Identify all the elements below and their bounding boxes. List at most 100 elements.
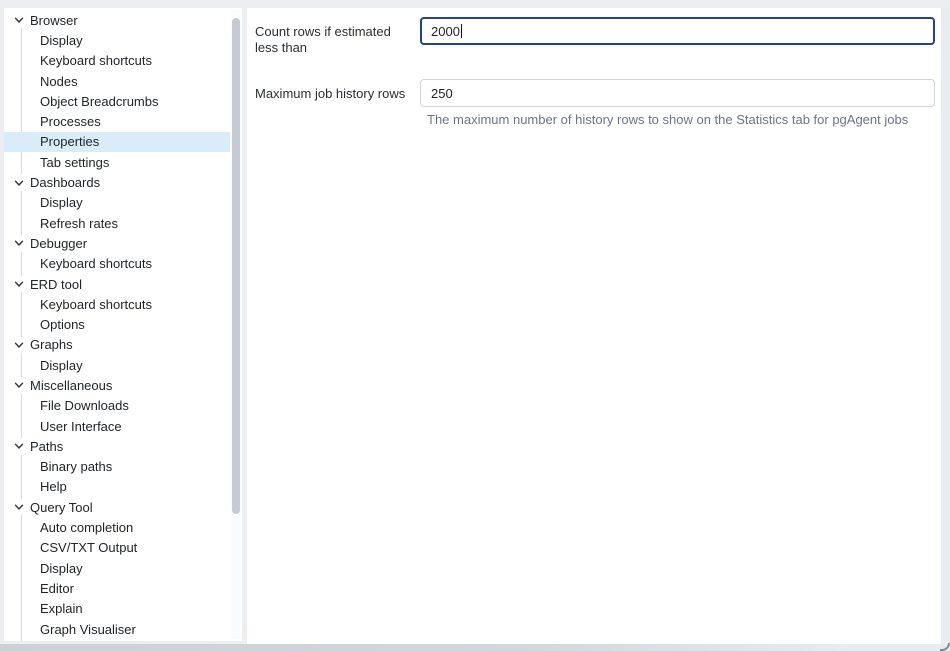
tree-node-browser[interactable]: Browser	[4, 10, 230, 30]
tree-node-label: Miscellaneous	[30, 378, 112, 393]
tree-node-label: Browser	[30, 13, 78, 28]
tree-children-debugger: Keyboard shortcuts	[4, 254, 230, 274]
tree-item-graphs-display[interactable]: Display	[4, 355, 230, 375]
tree-item-label: Keyboard shortcuts	[40, 297, 152, 312]
preferences-dialog: { "colors": { "accent_focus_border": "#2…	[0, 0, 950, 651]
max-job-history-input[interactable]: 250	[420, 79, 935, 107]
tree-group-miscellaneous: Miscellaneous File Downloads User Interfac…	[4, 375, 230, 436]
dialog-bottom-edge	[0, 644, 950, 651]
chevron-down-icon[interactable]	[12, 277, 26, 291]
tree-node-graphs[interactable]: Graphs	[4, 335, 230, 355]
tree-item-label: Object Breadcrumbs	[40, 94, 159, 109]
chevron-down-icon[interactable]	[12, 378, 26, 392]
form-row-count-rows: Count rows if estimated less than 2000	[255, 17, 935, 56]
tree-item-dashboards-display[interactable]: Display	[4, 193, 230, 213]
tree-item-label: Display	[40, 33, 83, 48]
tree-item-label: Explain	[40, 601, 83, 616]
tree-group-dashboards: Dashboards Display Refresh rates	[4, 172, 230, 233]
tree-node-debugger[interactable]: Debugger	[4, 233, 230, 253]
tree-item-label: User Interface	[40, 419, 122, 434]
tree-group-erd-tool: ERD tool Keyboard shortcuts Options	[4, 274, 230, 335]
chevron-down-icon[interactable]	[12, 500, 26, 514]
chevron-down-icon[interactable]	[12, 338, 26, 352]
tree-item-label: Binary paths	[40, 459, 112, 474]
tree-children-query-tool: Auto completion CSV/TXT Output Display Edit…	[4, 517, 230, 639]
settings-panel: Count rows if estimated less than 2000 M…	[247, 8, 941, 644]
tree-item-label: Auto completion	[40, 520, 133, 535]
tree-item-label: Graph Visualiser	[40, 622, 136, 637]
tree-node-miscellaneous[interactable]: Miscellaneous	[4, 375, 230, 395]
text-caret	[461, 24, 462, 38]
main-scrollbar-track[interactable]	[941, 8, 950, 644]
tree-item-query-tool-editor[interactable]: Editor	[4, 578, 230, 598]
tree-item-browser-keyboard-shortcuts[interactable]: Keyboard shortcuts	[4, 51, 230, 71]
tree-children-paths: Binary paths Help	[4, 457, 230, 498]
tree-node-query-tool[interactable]: Query Tool	[4, 497, 230, 517]
tree-item-label: File Downloads	[40, 398, 129, 413]
tree-children-graphs: Display	[4, 355, 230, 375]
tree-item-query-tool-graph-visualiser[interactable]: Graph Visualiser	[4, 619, 230, 639]
chevron-down-icon[interactable]	[12, 236, 26, 250]
tree-item-miscellaneous-user-interface[interactable]: User Interface	[4, 416, 230, 436]
tree-item-label: Display	[40, 358, 83, 373]
tree-item-miscellaneous-file-downloads[interactable]: File Downloads	[4, 396, 230, 416]
tree-children-dashboards: Display Refresh rates	[4, 193, 230, 234]
tree-group-browser: Browser Display Keyboard shortcuts Nodes Obj…	[4, 10, 230, 172]
sidebar-scrollbar-thumb[interactable]	[232, 18, 240, 514]
sidebar-scrollbar-track[interactable]	[231, 10, 241, 639]
max-job-history-value: 250	[431, 86, 453, 101]
tree-children-browser: Display Keyboard shortcuts Nodes Object Bre…	[4, 30, 230, 172]
chevron-down-icon[interactable]	[12, 439, 26, 453]
tree-item-label: Keyboard shortcuts	[40, 256, 152, 271]
count-rows-input[interactable]: 2000	[420, 17, 935, 45]
tree-item-label: Options	[40, 317, 85, 332]
tree-item-query-tool-display[interactable]: Display	[4, 558, 230, 578]
tree-item-dashboards-refresh-rates[interactable]: Refresh rates	[4, 213, 230, 233]
tree-children-erd-tool: Keyboard shortcuts Options	[4, 294, 230, 335]
tree-node-dashboards[interactable]: Dashboards	[4, 172, 230, 192]
tree-children-miscellaneous: File Downloads User Interface	[4, 396, 230, 437]
tree-item-label: Help	[40, 479, 67, 494]
tree-item-label: Display	[40, 195, 83, 210]
preferences-sidebar: Browser Display Keyboard shortcuts Nodes Obj…	[4, 8, 242, 641]
tree-item-erd-tool-options[interactable]: Options	[4, 314, 230, 334]
tree-item-erd-tool-keyboard-shortcuts[interactable]: Keyboard shortcuts	[4, 294, 230, 314]
tree-node-label: Paths	[30, 439, 63, 454]
tree-item-browser-display[interactable]: Display	[4, 30, 230, 50]
tree-item-browser-object-breadcrumbs[interactable]: Object Breadcrumbs	[4, 91, 230, 111]
tree-item-browser-tab-settings[interactable]: Tab settings	[4, 152, 230, 172]
tree-group-paths: Paths Binary paths Help	[4, 436, 230, 497]
tree-node-label: Query Tool	[30, 500, 93, 515]
tree-node-paths[interactable]: Paths	[4, 436, 230, 456]
tree-item-label: Editor	[40, 581, 74, 596]
tree-node-label: Graphs	[30, 337, 73, 352]
preferences-tree: Browser Display Keyboard shortcuts Nodes Obj…	[4, 10, 230, 641]
count-rows-label: Count rows if estimated less than	[255, 17, 420, 56]
tree-item-label: Nodes	[40, 74, 78, 89]
tree-node-label: Dashboards	[30, 175, 100, 190]
tree-item-paths-help[interactable]: Help	[4, 477, 230, 497]
tree-group-debugger: Debugger Keyboard shortcuts	[4, 233, 230, 274]
tree-item-label: Properties	[40, 134, 99, 149]
chevron-down-icon[interactable]	[12, 13, 26, 27]
tree-item-query-tool-auto-completion[interactable]: Auto completion	[4, 517, 230, 537]
chevron-down-icon[interactable]	[12, 176, 26, 190]
max-job-history-label: Maximum job history rows	[255, 79, 420, 127]
tree-item-label: Keyboard shortcuts	[40, 53, 152, 68]
tree-item-label: Refresh rates	[40, 216, 118, 231]
tree-item-browser-processes[interactable]: Processes	[4, 111, 230, 131]
tree-item-debugger-keyboard-shortcuts[interactable]: Keyboard shortcuts	[4, 254, 230, 274]
tree-item-paths-binary-paths[interactable]: Binary paths	[4, 457, 230, 477]
tree-item-label: CSV/TXT Output	[40, 540, 137, 555]
tree-node-erd-tool[interactable]: ERD tool	[4, 274, 230, 294]
tree-item-label: Display	[40, 561, 83, 576]
tree-item-browser-properties[interactable]: Properties	[4, 132, 230, 152]
tree-item-browser-nodes[interactable]: Nodes	[4, 71, 230, 91]
tree-item-query-tool-csv-txt-output[interactable]: CSV/TXT Output	[4, 538, 230, 558]
tree-item-query-tool-explain[interactable]: Explain	[4, 599, 230, 619]
tree-item-label: Processes	[40, 114, 101, 129]
tree-node-label: ERD tool	[30, 277, 82, 292]
tree-group-graphs: Graphs Display	[4, 335, 230, 376]
tree-node-label: Debugger	[30, 236, 87, 251]
form-row-max-job-history: Maximum job history rows 250 The maximum…	[255, 79, 935, 127]
